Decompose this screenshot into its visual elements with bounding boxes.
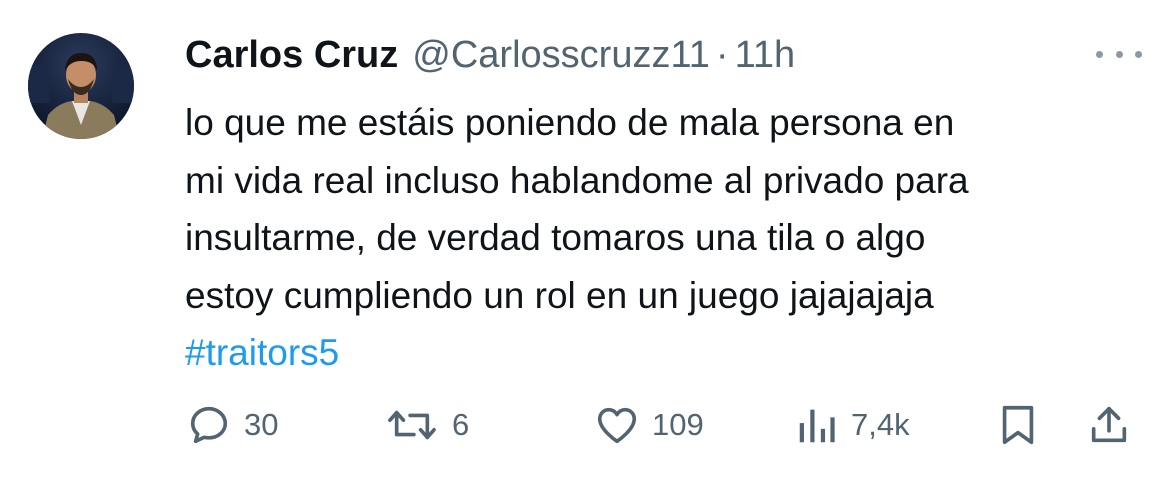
tweet-text-line: estoy cumpliendo un rol en un juego jaja… <box>185 274 934 316</box>
display-name[interactable]: Carlos Cruz <box>185 32 398 78</box>
timestamp[interactable]: 11h <box>735 32 796 78</box>
tweet: Carlos Cruz @Carlosscruzz11 · 11h lo que… <box>0 0 1169 480</box>
separator-dot: · <box>715 34 729 76</box>
user-handle[interactable]: @Carlosscruzz11 <box>412 32 710 78</box>
action-bar: 30 6 109 7,4k <box>0 398 1169 452</box>
views-button[interactable]: 7,4k <box>795 398 910 452</box>
reply-button[interactable]: 30 <box>186 398 278 452</box>
hashtag-link[interactable]: #traitors5 <box>185 332 339 373</box>
more-options-icon[interactable] <box>1096 44 1142 64</box>
views-chart-icon <box>799 409 835 443</box>
tweet-text-line: insultarme, de verdad tomaros una tila o… <box>185 217 926 258</box>
like-count: 109 <box>652 407 704 442</box>
like-button[interactable]: 109 <box>594 398 704 452</box>
tweet-text: lo que me estáis poniendo de mala person… <box>185 94 1150 382</box>
tweet-text-line: mi vida real incluso hablandome al priva… <box>185 159 969 201</box>
tweet-header: Carlos Cruz @Carlosscruzz11 · 11h <box>185 32 795 78</box>
retweet-count: 6 <box>452 407 470 442</box>
avatar[interactable] <box>28 33 134 139</box>
heart-icon <box>597 407 637 444</box>
reply-icon <box>190 406 228 444</box>
bookmark-icon <box>1002 405 1034 445</box>
share-icon <box>1091 406 1127 443</box>
views-count: 7,4k <box>851 407 910 442</box>
bookmark-button[interactable] <box>996 398 1040 452</box>
retweet-button[interactable]: 6 <box>384 398 469 452</box>
tweet-text-line: lo que me estáis poniendo de mala person… <box>185 102 955 143</box>
retweet-icon <box>388 410 436 440</box>
reply-count: 30 <box>244 407 279 442</box>
share-button[interactable] <box>1086 398 1132 452</box>
